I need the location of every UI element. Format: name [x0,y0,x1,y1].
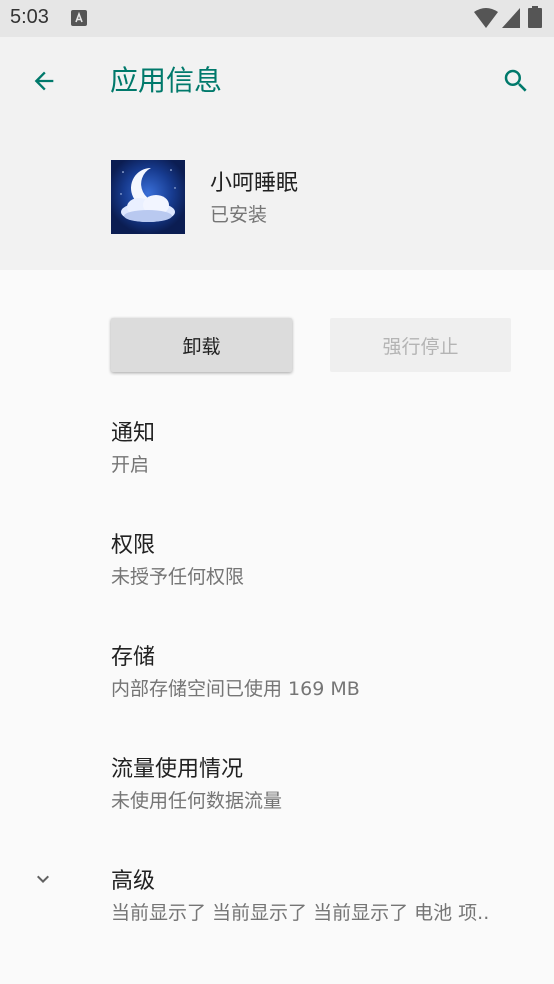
list-item-notifications[interactable]: 通知 开启 [0,415,554,515]
search-icon [504,69,527,92]
app-install-status: 已安装 [210,204,268,226]
chevron-down-icon [37,875,49,883]
item-title: 存储 [111,645,156,670]
app-name: 小呵睡眠 [210,171,299,196]
moon-cloud-icon [111,160,185,234]
list-item-permissions[interactable]: 权限 未授予任何权限 [0,527,554,627]
notification-a-icon [71,10,87,26]
item-title: 通知 [111,421,156,446]
uninstall-button[interactable]: 卸载 [111,318,292,372]
app-header: 应用信息 小呵睡眠 已安装 [0,37,554,270]
item-title: 权限 [111,533,156,558]
item-summary: 未使用任何数据流量 [111,790,283,812]
item-title: 高级 [111,869,156,894]
list-item-data-usage[interactable]: 流量使用情况 未使用任何数据流量 [0,751,554,851]
search-button[interactable] [494,59,538,103]
item-summary: 开启 [111,454,150,476]
status-bar: 5:03 [0,0,554,37]
status-time: 5:03 [10,6,49,28]
arrow-back-icon [34,71,54,91]
wifi-icon [474,8,498,28]
item-summary: 内部存储空间已使用 169 MB [111,678,360,700]
list-item-advanced[interactable]: 高级 当前显示了 当前显示了 当前显示了 电池 项.. [0,863,554,963]
item-summary: 未授予任何权限 [111,566,245,588]
item-title: 流量使用情况 [111,757,244,782]
force-stop-button[interactable]: 强行停止 [330,318,511,372]
battery-icon [528,6,542,28]
item-summary: 当前显示了 当前显示了 当前显示了 电池 项.. [111,902,490,924]
signal-icon [502,8,520,28]
list-item-storage[interactable]: 存储 内部存储空间已使用 169 MB [0,639,554,739]
back-button[interactable] [22,59,66,103]
page-title: 应用信息 [110,64,223,97]
